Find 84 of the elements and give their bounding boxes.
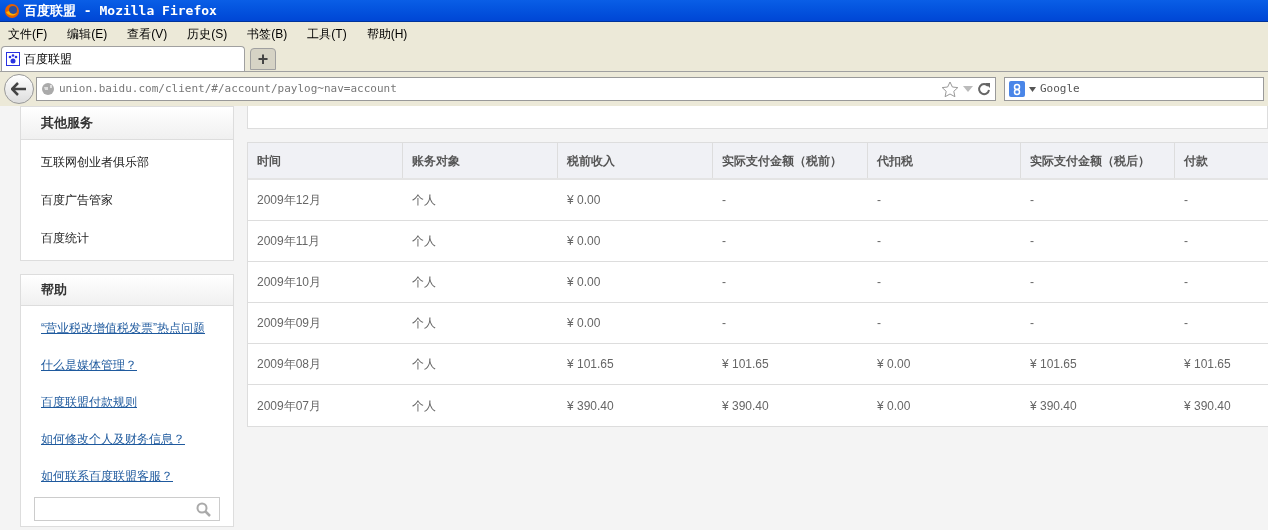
help-link[interactable]: “营业税改增值税发票”热点问题	[41, 309, 213, 346]
menu-item[interactable]: 查看(V)	[123, 24, 172, 43]
table-cell-text: ¥ 101.65	[566, 356, 615, 373]
table-cell-text: 2009年09月	[256, 315, 323, 332]
service-link[interactable]: 百度广告管家	[21, 181, 233, 219]
table-cell-text: 2009年08月	[256, 356, 323, 373]
table-cell-text: ¥ 390.40	[1183, 397, 1232, 415]
table-cell-text: -	[721, 315, 727, 332]
table-cell-text: -	[1029, 274, 1035, 291]
table-cell-text: 个人	[411, 233, 437, 250]
table-cell-text: ¥ 390.40	[721, 397, 770, 415]
column-header: 实际支付金额（税前）	[713, 143, 868, 178]
table-cell-text: ¥ 390.40	[1029, 397, 1078, 415]
table-cell-text: ¥ 0.00	[566, 315, 602, 332]
table-cell-text: -	[721, 274, 727, 291]
table-cell-text: 个人	[411, 397, 437, 415]
menu-item[interactable]: 编辑(E)	[63, 24, 112, 43]
column-header: 代扣税	[868, 143, 1021, 178]
menu-item[interactable]: 书签(B)	[243, 24, 292, 43]
table-cell-text: -	[876, 274, 882, 291]
help-link[interactable]: 百度联盟付款规则	[41, 383, 213, 420]
help-link[interactable]: 如何修改个人及财务信息？	[41, 420, 213, 457]
table-cell-text: -	[721, 233, 727, 250]
browser-logo-icon	[4, 2, 20, 19]
table-cell-text: 个人	[411, 315, 437, 332]
menu-item[interactable]: 历史(S)	[183, 24, 232, 43]
help-link[interactable]: 什么是媒体管理？	[41, 346, 213, 383]
help-search-field[interactable]	[34, 497, 220, 521]
table-cell-text: -	[721, 192, 727, 209]
dropdown-icon[interactable]	[1029, 86, 1036, 92]
star-icon[interactable]	[941, 80, 959, 98]
search-icon[interactable]	[196, 501, 211, 517]
table-cell-text: -	[1183, 233, 1189, 250]
table-cell-text: ¥ 390.40	[566, 397, 615, 415]
table-cell-text: 个人	[411, 356, 437, 373]
column-header: 税前收入	[558, 143, 713, 178]
reload-icon[interactable]	[977, 82, 991, 96]
window-title: 百度联盟 - Mozilla Firefox	[24, 1, 217, 20]
menu-item[interactable]: 文件(F)	[4, 24, 52, 43]
table-cell-text: ¥ 0.00	[566, 274, 602, 291]
table-cell-text: -	[876, 192, 882, 209]
card-title: 其他服务	[41, 114, 93, 133]
table-cell-text: ¥ 101.65	[721, 356, 770, 373]
table-cell-text: -	[1029, 315, 1035, 332]
column-header: 实际支付金额（税后）	[1021, 143, 1175, 178]
service-link[interactable]: 互联网创业者俱乐部	[21, 143, 233, 181]
table-cell-text: ¥ 0.00	[566, 192, 602, 209]
table-cell-text: ¥ 101.65	[1029, 356, 1078, 373]
back-button[interactable]	[4, 74, 34, 104]
table-cell-text: -	[876, 233, 882, 250]
table-cell-text: 个人	[411, 274, 437, 291]
table-cell-text: 2009年10月	[256, 274, 323, 291]
table-cell-text: 2009年11月	[256, 233, 322, 250]
table-cell-text: -	[876, 315, 882, 332]
column-header: 账务对象	[403, 143, 558, 178]
table-cell-text: -	[1183, 274, 1189, 291]
column-header: 时间	[248, 143, 403, 178]
table-cell-text: 2009年07月	[256, 397, 323, 415]
service-link[interactable]: 百度统计	[21, 219, 233, 257]
table-cell-text: -	[1183, 192, 1189, 209]
paw-icon	[6, 52, 20, 66]
table-cell-text: -	[1029, 192, 1035, 209]
search-input[interactable]: Google	[1040, 80, 1259, 98]
card-title: 帮助	[41, 281, 67, 300]
back-arrow-icon	[11, 82, 27, 96]
column-header: 付款	[1182, 152, 1209, 170]
new-tab-button[interactable]: +	[250, 48, 276, 70]
table-cell-text: ¥ 101.65	[1183, 356, 1232, 373]
menu-item[interactable]: 帮助(H)	[362, 24, 412, 43]
address-bar[interactable]: union.baidu.com/client/#/account/paylog~nav=account	[36, 77, 996, 101]
url-text: union.baidu.com/client/#/account/paylog~nav=account	[59, 80, 398, 97]
help-link[interactable]: 如何联系百度联盟客服？	[41, 457, 213, 494]
table-cell-text: 个人	[411, 192, 437, 209]
table-cell-text: -	[1029, 233, 1035, 250]
menu-item[interactable]: 工具(T)	[303, 24, 351, 43]
table-cell-text: 2009年12月	[256, 192, 323, 209]
table-cell-text: ¥ 0.00	[566, 233, 602, 250]
globe-icon	[41, 82, 55, 96]
search-field[interactable]: Google	[1004, 77, 1264, 101]
browser-tab[interactable]: 百度联盟	[1, 46, 245, 71]
table-cell-text: ¥ 0.00	[876, 356, 912, 373]
table-cell-text: -	[1183, 315, 1189, 332]
table-cell-text: ¥ 0.00	[876, 397, 912, 415]
google-icon	[1009, 81, 1025, 97]
